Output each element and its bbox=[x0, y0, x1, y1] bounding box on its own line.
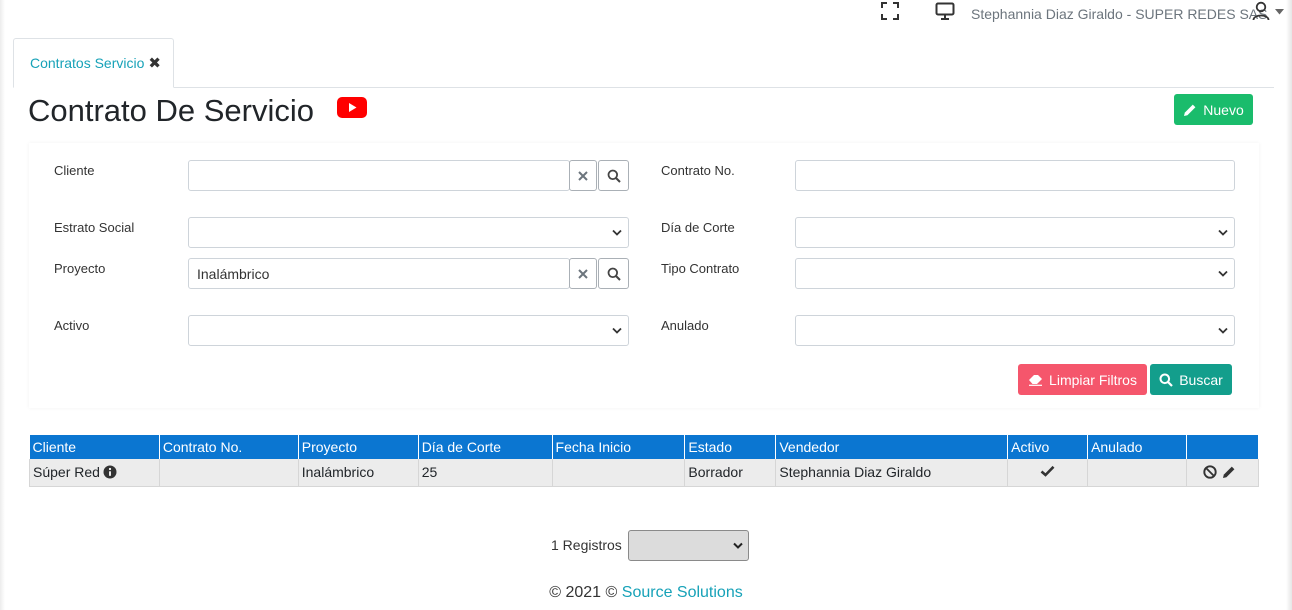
chevron-down-icon bbox=[612, 229, 622, 236]
column-header[interactable]: Cliente bbox=[29, 435, 160, 459]
cancel-icon[interactable] bbox=[1203, 465, 1217, 479]
new-button[interactable]: Nuevo bbox=[1174, 94, 1253, 125]
cliente-clear-button[interactable] bbox=[569, 160, 597, 191]
chevron-down-icon bbox=[1218, 229, 1228, 236]
cliente-search-button[interactable] bbox=[598, 160, 629, 191]
cell-cliente: Súper Red bbox=[29, 459, 160, 487]
pencil-icon bbox=[1184, 104, 1196, 116]
caret-down-icon[interactable] bbox=[1275, 9, 1284, 15]
results-table: Cliente Contrato No. Proyecto Día de Cor… bbox=[29, 435, 1259, 487]
cliente-input[interactable] bbox=[188, 160, 570, 191]
chevron-down-icon bbox=[1218, 327, 1228, 334]
search-icon bbox=[607, 169, 621, 183]
top-navbar: Stephannia Diaz Giraldo - SUPER REDES SA… bbox=[0, 0, 1292, 30]
activo-select[interactable] bbox=[188, 315, 629, 346]
dia-corte-select[interactable] bbox=[795, 217, 1235, 248]
cell-vendedor: Stephannia Diaz Giraldo bbox=[775, 459, 1009, 487]
estrato-social-select[interactable] bbox=[188, 217, 629, 248]
cell-fecha-inicio bbox=[552, 459, 686, 487]
search-button[interactable]: Buscar bbox=[1150, 364, 1232, 395]
cell-actions bbox=[1186, 459, 1259, 487]
page-edge-right bbox=[1286, 0, 1292, 610]
cell-activo bbox=[1007, 459, 1089, 487]
page-edge-left bbox=[0, 0, 5, 610]
tipo-contrato-select[interactable] bbox=[795, 258, 1235, 289]
close-icon bbox=[578, 268, 588, 279]
close-icon bbox=[578, 170, 588, 181]
search-button-label: Buscar bbox=[1179, 371, 1223, 388]
proyecto-search-button[interactable] bbox=[598, 258, 629, 289]
page-title: Contrato De Servicio bbox=[28, 93, 315, 128]
proyecto-value: Inalámbrico bbox=[197, 265, 270, 282]
records-count: 1 Registros bbox=[551, 537, 622, 553]
table-row[interactable]: Súper Red Inalámbrico 25 Borrador Stepha… bbox=[29, 459, 1259, 487]
tabs-divider bbox=[13, 87, 1274, 88]
column-header[interactable]: Contrato No. bbox=[159, 435, 299, 459]
table-header-row: Cliente Contrato No. Proyecto Día de Cor… bbox=[29, 435, 1259, 459]
clear-filters-button[interactable]: Limpiar Filtros bbox=[1018, 364, 1147, 395]
contrato-no-label: Contrato No. bbox=[661, 163, 735, 178]
column-header[interactable]: Vendedor bbox=[775, 435, 1009, 459]
column-header[interactable]: Estado bbox=[684, 435, 777, 459]
monitor-icon[interactable] bbox=[935, 2, 955, 20]
column-header bbox=[1186, 435, 1259, 459]
dia-corte-label: Día de Corte bbox=[661, 220, 735, 235]
cliente-label: Cliente bbox=[54, 163, 95, 178]
cell-dia-corte: 25 bbox=[418, 459, 553, 487]
cell-estado: Borrador bbox=[684, 459, 777, 487]
estrato-social-label: Estrato Social bbox=[54, 220, 135, 235]
user-icon[interactable] bbox=[1252, 1, 1270, 21]
anulado-label: Anulado bbox=[661, 318, 709, 333]
column-header[interactable]: Día de Corte bbox=[418, 435, 553, 459]
column-header[interactable]: Proyecto bbox=[298, 435, 419, 459]
anulado-select[interactable] bbox=[795, 315, 1235, 346]
chevron-down-icon bbox=[733, 542, 743, 549]
proyecto-input[interactable]: Inalámbrico bbox=[188, 258, 570, 289]
youtube-icon[interactable] bbox=[337, 97, 367, 118]
eraser-icon bbox=[1029, 374, 1043, 386]
column-header[interactable]: Activo bbox=[1007, 435, 1089, 459]
search-icon bbox=[1159, 373, 1173, 387]
clear-filters-label: Limpiar Filtros bbox=[1049, 371, 1137, 388]
footer: © 2021 © Source Solutions bbox=[0, 584, 1292, 602]
activo-label: Activo bbox=[54, 318, 90, 333]
chevron-down-icon bbox=[1218, 270, 1228, 277]
tab-label: Contratos Servicio bbox=[30, 55, 145, 71]
fullscreen-icon[interactable] bbox=[881, 2, 899, 20]
contrato-no-input[interactable] bbox=[795, 160, 1235, 191]
proyecto-clear-button[interactable] bbox=[569, 258, 597, 289]
proyecto-label: Proyecto bbox=[54, 261, 106, 276]
footer-copyright: © 2021 © bbox=[549, 584, 618, 601]
column-header[interactable]: Anulado bbox=[1087, 435, 1187, 459]
chevron-down-icon bbox=[612, 327, 622, 334]
edit-icon[interactable] bbox=[1222, 465, 1236, 479]
new-button-label: Nuevo bbox=[1203, 101, 1244, 118]
page-size-select[interactable] bbox=[628, 530, 749, 561]
tipo-contrato-label: Tipo Contrato bbox=[661, 261, 740, 276]
footer-link[interactable]: Source Solutions bbox=[622, 584, 743, 601]
cell-anulado bbox=[1087, 459, 1187, 487]
search-icon bbox=[607, 267, 621, 281]
cell-contrato-no bbox=[159, 459, 299, 487]
tab-contratos-servicio[interactable]: Contratos Servicio ✖ bbox=[13, 38, 174, 88]
check-icon bbox=[1040, 466, 1055, 478]
info-icon[interactable] bbox=[103, 465, 117, 479]
column-header[interactable]: Fecha Inicio bbox=[552, 435, 686, 459]
tab-close-icon[interactable]: ✖ bbox=[148, 54, 161, 72]
user-name[interactable]: Stephannia Diaz Giraldo - SUPER REDES SA… bbox=[971, 6, 1267, 22]
cell-proyecto: Inalámbrico bbox=[298, 459, 419, 487]
